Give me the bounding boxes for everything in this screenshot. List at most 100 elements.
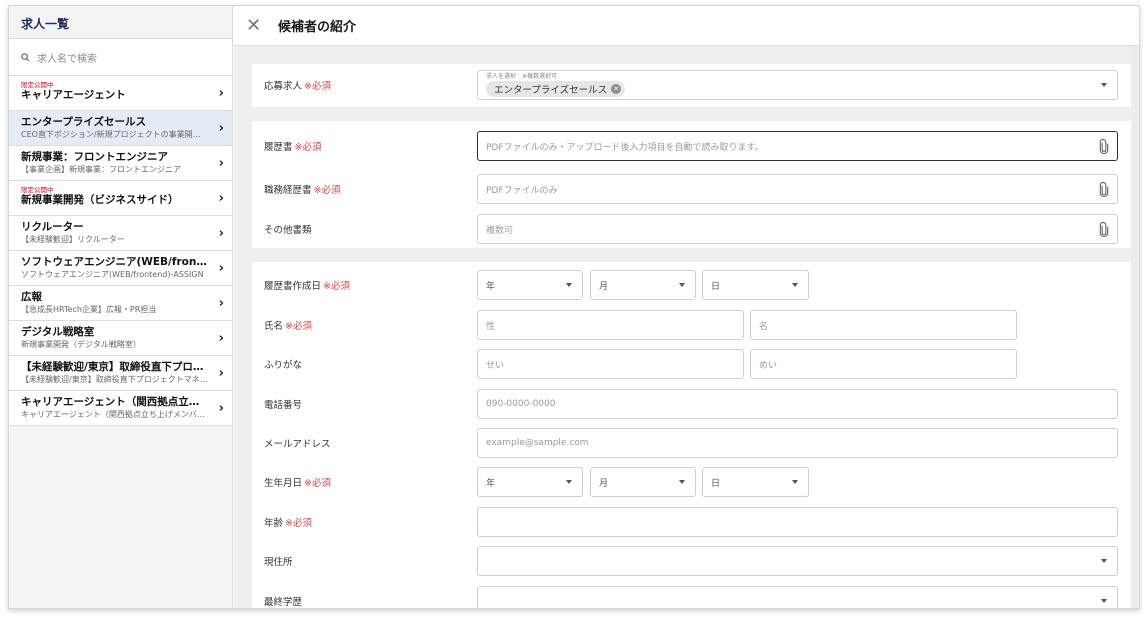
job-list-item[interactable]: キャリアエージェント（関西拠点立ち上げ） キャリアエージェント（関西拠点立ち上げメ…: [9, 391, 232, 426]
job-title: エンタープライズセールス: [21, 116, 147, 128]
limited-public-badge: 限定公開中: [21, 81, 54, 89]
job-title: 新規事業開発（ビジネスサイド）: [21, 194, 179, 206]
job-subtitle: 【未経験歓迎】リクルーター: [21, 235, 125, 244]
job-list-item[interactable]: 【未経験歓迎/東京】取締役直下プロジェクト【未経験歓迎/東京】取締役直下プロジェ…: [9, 356, 232, 391]
birth-day-select[interactable]: 日: [702, 467, 809, 497]
age-input[interactable]: [477, 507, 1118, 537]
documents-section: 履歴書 ※必須 PDFファイルのみ・アップロード後入力項目を自動で読み取ります。 …: [252, 121, 1139, 248]
chevron-right-icon: ›: [218, 156, 224, 171]
address-select[interactable]: [477, 546, 1118, 576]
birth-month-select[interactable]: 月: [590, 467, 696, 497]
chevron-down-icon: [792, 283, 798, 287]
page-title: 候補者の紹介: [278, 20, 357, 35]
job-select[interactable]: 求人を選択 ※複数選択可 エンタープライズセールス ✕: [477, 70, 1118, 100]
personal-info-section: 履歴書作成日 ※必須 年 月 日 氏名 ※必須 性 名 ふりがな せい めい 電話番…: [252, 262, 1139, 608]
selected-job-chip-label: エンタープライズセールス: [494, 85, 608, 96]
job-title: 広報: [21, 291, 42, 303]
job-title: リクルーター: [21, 221, 84, 233]
limited-public-badge: 限定公開中: [21, 186, 54, 194]
resume-date-month-select[interactable]: 月: [590, 270, 696, 300]
education-select[interactable]: [477, 586, 1118, 608]
job-subtitle: 【急成長HRTech企業】広報・PR担当: [21, 305, 157, 314]
email-label: メールアドレス: [264, 439, 331, 450]
job-list-item[interactable]: 広報【急成長HRTech企業】広報・PR担当 ›: [9, 286, 232, 321]
scrollbar[interactable]: [1131, 46, 1139, 608]
resume-upload-field[interactable]: PDFファイルのみ・アップロード後入力項目を自動で読み取ります。: [477, 131, 1118, 161]
resume-label: 履歴書 ※必須: [264, 142, 322, 153]
close-icon[interactable]: ✕: [246, 16, 268, 35]
cv-upload-field[interactable]: PDFファイルのみ: [477, 174, 1118, 204]
cv-upload-placeholder: PDFファイルのみ: [486, 185, 558, 196]
birth-year-select[interactable]: 年: [477, 467, 583, 497]
job-title: 新規事業：フロントエンジニア: [21, 151, 168, 163]
phone-label: 電話番号: [264, 400, 303, 411]
chevron-right-icon: ›: [218, 366, 224, 381]
chevron-right-icon: ›: [218, 86, 224, 101]
candidate-referral-panel: ✕ 候補者の紹介 応募求人 ※必須 求人を選択 ※複数選択可 エンタープライズセー…: [234, 6, 1139, 608]
panel-header: ✕ 候補者の紹介: [234, 6, 1139, 46]
chevron-down-icon: [1101, 559, 1107, 563]
paperclip-icon: [1099, 182, 1109, 197]
job-subtitle: ソフトウェアエンジニア(WEB/frontend)-ASSIGN: [21, 270, 204, 279]
email-input[interactable]: example@sample.com: [477, 428, 1118, 458]
job-title: 【未経験歓迎/東京】取締役直下プロジェクト: [21, 361, 208, 373]
resume-upload-placeholder: PDFファイルのみ・アップロード後入力項目を自動で読み取ります。: [486, 142, 764, 153]
job-subtitle: 【事業企画】新規事業：フロントエンジニア: [21, 165, 181, 174]
chip-remove-icon[interactable]: ✕: [611, 84, 622, 94]
chevron-right-icon: ›: [218, 331, 224, 346]
job-search-input[interactable]: 求人名で検索: [9, 39, 232, 76]
resume-date-day-select[interactable]: 日: [702, 270, 809, 300]
app-window: 求人一覧 求人名で検索 限定公開中 キャリアエージェント › エンタープライズセールス…: [8, 5, 1140, 609]
last-name-input[interactable]: 性: [477, 310, 744, 340]
search-icon: [21, 52, 33, 62]
job-search-placeholder: 求人名で検索: [37, 53, 97, 65]
job-list-item[interactable]: ソフトウェアエンジニア(WEB/frontend) ソフトウェアエンジニア(WEB…: [9, 251, 232, 286]
job-title: キャリアエージェント（関西拠点立ち上げ）: [21, 396, 208, 408]
other-docs-upload-field[interactable]: 複数可: [477, 214, 1118, 244]
chevron-right-icon: ›: [218, 296, 224, 311]
job-subtitle: キャリアエージェント（関西拠点立ち上げメンバー）: [21, 410, 208, 419]
job-list-item[interactable]: デジタル戦略室新規事業開発（デジタル戦略室） ›: [9, 321, 232, 356]
chevron-right-icon: ›: [218, 261, 224, 276]
kana-label: ふりがな: [264, 360, 303, 371]
job-list-item[interactable]: 限定公開中 キャリアエージェント ›: [9, 76, 232, 111]
chevron-right-icon: ›: [218, 226, 224, 241]
paperclip-icon: [1099, 222, 1109, 237]
job-subtitle: 【未経験歓迎/東京】取締役直下プロジェクトマネージャー: [21, 375, 208, 384]
job-list-item[interactable]: エンタープライズセールス CEO直下ポジション/新規プロジェクトの事業開発責任者 ›: [9, 111, 232, 146]
last-name-kana-input[interactable]: せい: [477, 349, 744, 379]
job-select-hint: 求人を選択 ※複数選択可: [486, 73, 558, 80]
chevron-down-icon: [679, 283, 685, 287]
chevron-down-icon: [792, 480, 798, 484]
job-title: デジタル戦略室: [21, 326, 95, 338]
chevron-down-icon: [566, 480, 572, 484]
phone-input[interactable]: 090-0000-0000: [477, 389, 1118, 419]
paperclip-icon: [1099, 139, 1109, 154]
job-title: キャリアエージェント: [21, 89, 126, 101]
job-label: 応募求人 ※必須: [264, 81, 331, 92]
sidebar-title: 求人一覧: [9, 6, 232, 39]
job-subtitle: 新規事業開発（デジタル戦略室）: [21, 340, 141, 349]
job-title: ソフトウェアエンジニア(WEB/frontend): [21, 256, 208, 268]
resume-date-label: 履歴書作成日 ※必須: [264, 281, 350, 292]
job-list-item[interactable]: 限定公開中 新規事業開発（ビジネスサイド） ›: [9, 181, 232, 216]
chevron-down-icon: [1101, 83, 1107, 87]
first-name-kana-input[interactable]: めい: [750, 349, 1017, 379]
cv-label: 職務経歴書 ※必須: [264, 185, 341, 196]
chevron-down-icon: [566, 283, 572, 287]
job-list-sidebar: 求人一覧 求人名で検索 限定公開中 キャリアエージェント › エンタープライズセールス…: [9, 6, 233, 608]
job-list: 限定公開中 キャリアエージェント › エンタープライズセールス CEO直下ポジション/新…: [9, 76, 232, 426]
chevron-right-icon: ›: [218, 191, 224, 206]
selected-job-chip: エンタープライズセールス ✕: [486, 81, 626, 97]
job-list-item[interactable]: リクルーター【未経験歓迎】リクルーター ›: [9, 216, 232, 251]
first-name-input[interactable]: 名: [750, 310, 1017, 340]
job-section: 応募求人 ※必須 求人を選択 ※複数選択可 エンタープライズセールス ✕: [252, 64, 1139, 107]
job-subtitle: CEO直下ポジション/新規プロジェクトの事業開発責任者: [21, 130, 208, 139]
chevron-right-icon: ›: [218, 121, 224, 136]
birthdate-label: 生年月日 ※必須: [264, 478, 331, 489]
age-label: 年齢 ※必須: [264, 518, 312, 529]
chevron-right-icon: ›: [218, 401, 224, 416]
chevron-down-icon: [679, 480, 685, 484]
job-list-item[interactable]: 新規事業：フロントエンジニア【事業企画】新規事業：フロントエンジニア ›: [9, 146, 232, 181]
resume-date-year-select[interactable]: 年: [477, 270, 583, 300]
